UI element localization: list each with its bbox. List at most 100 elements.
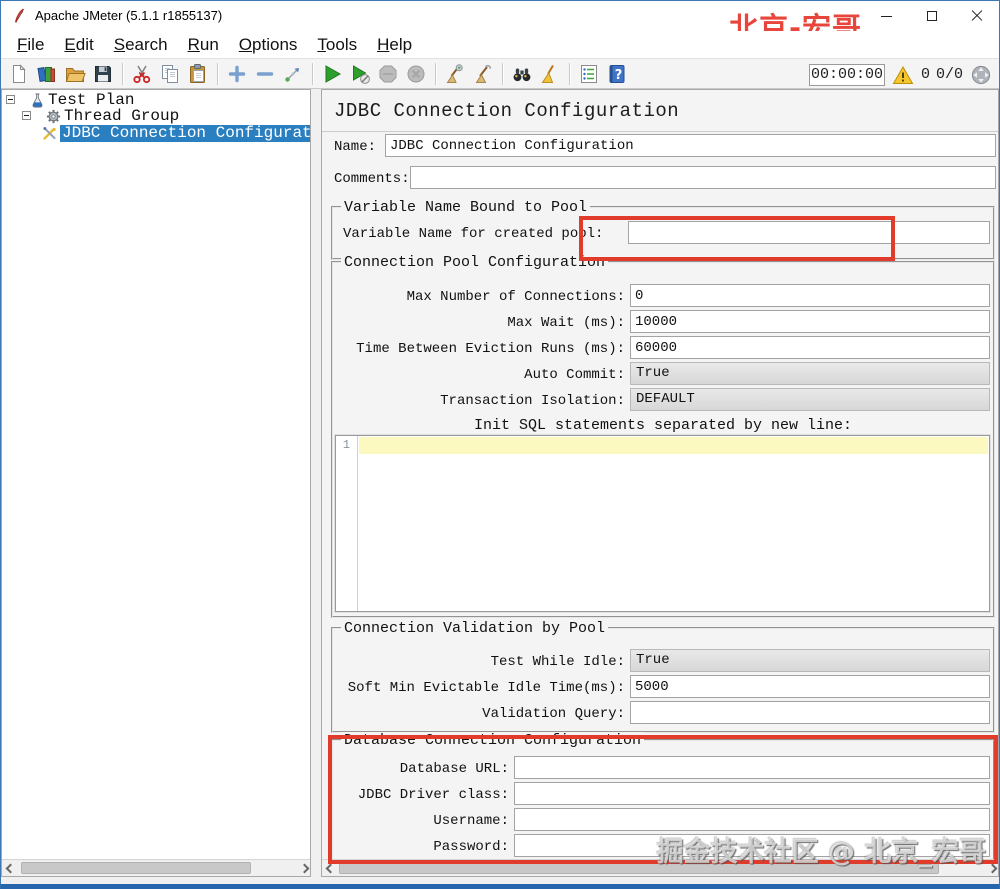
password-label: Password:: [337, 839, 509, 855]
open-folder-icon[interactable]: [61, 60, 89, 87]
jdbc-config-icon: [41, 125, 58, 142]
maximize-icon: [927, 11, 937, 21]
jmeter-logo-icon: [11, 7, 29, 25]
minimize-button[interactable]: [864, 1, 909, 31]
comments-input[interactable]: [410, 166, 996, 189]
auto-commit-select[interactable]: True: [630, 362, 990, 385]
eviction-runs-input[interactable]: [630, 336, 990, 359]
help-icon[interactable]: ?: [603, 60, 631, 87]
jdbc-config-editor: JDBC Connection Configuration Name: Comm…: [321, 89, 999, 877]
test-while-idle-label: Test While Idle:: [337, 654, 625, 670]
thread-counts: 0/0: [936, 66, 963, 83]
menu-tools[interactable]: Tools: [307, 35, 367, 55]
menu-file[interactable]: File: [7, 35, 54, 55]
tree-horizontal-scrollbar[interactable]: [2, 859, 310, 876]
thread-status-icon: [969, 61, 993, 88]
comments-label: Comments:: [334, 171, 410, 187]
tree-label-thread-group[interactable]: Thread Group: [64, 108, 179, 125]
copy-icon[interactable]: [156, 60, 184, 87]
new-file-icon[interactable]: [5, 60, 33, 87]
function-helper-icon[interactable]: [575, 60, 603, 87]
toolbar: ? 00:00:00 0 0/0: [1, 58, 999, 89]
database-url-label: Database URL:: [337, 761, 509, 777]
scrollbar-thumb[interactable]: [21, 862, 251, 874]
warning-icon[interactable]: [891, 61, 915, 88]
toolbar-separator: [217, 63, 218, 85]
transaction-isolation-select[interactable]: DEFAULT: [630, 388, 990, 411]
variable-pool-label: Variable Name for created pool:: [343, 226, 603, 242]
group-title: Database Connection Configuration: [341, 732, 644, 749]
jdbc-driver-input[interactable]: [514, 782, 990, 805]
save-icon[interactable]: [89, 60, 117, 87]
validation-query-input[interactable]: [630, 701, 990, 724]
password-input[interactable]: [514, 834, 990, 857]
group-title: Variable Name Bound to Pool: [341, 199, 590, 216]
group-title: Connection Validation by Pool: [341, 620, 608, 637]
scroll-left-icon[interactable]: [5, 864, 13, 872]
max-wait-input[interactable]: [630, 310, 990, 333]
clear-search-icon[interactable]: [536, 60, 564, 87]
max-connections-input[interactable]: [630, 284, 990, 307]
menu-help[interactable]: Help: [367, 35, 422, 55]
group-title: Connection Pool Configuration: [341, 254, 608, 271]
scroll-right-icon[interactable]: [987, 864, 995, 872]
scroll-right-icon[interactable]: [299, 864, 307, 872]
variable-pool-input[interactable]: [628, 221, 990, 244]
minimize-icon: [881, 16, 892, 17]
test-timer: 00:00:00: [809, 64, 885, 86]
group-database-config: Database Connection Configuration Databa…: [331, 739, 995, 861]
shutdown-icon: [402, 60, 430, 87]
menu-run[interactable]: Run: [178, 35, 229, 55]
paste-icon[interactable]: [184, 60, 212, 87]
thread-group-icon: [45, 108, 62, 125]
scroll-left-icon[interactable]: [325, 864, 333, 872]
username-label: Username:: [337, 813, 509, 829]
init-sql-label: Init SQL statements separated by new lin…: [333, 417, 993, 434]
clean-all-icon[interactable]: [469, 60, 497, 87]
eviction-runs-label: Time Between Eviction Runs (ms):: [337, 341, 625, 357]
editor-line-number: 1: [336, 438, 357, 452]
username-input[interactable]: [514, 808, 990, 831]
title-bar: Apache JMeter (5.1.1 r1855137) 北京-宏哥: [1, 1, 999, 31]
toolbar-separator: [435, 63, 436, 85]
close-icon: [971, 10, 983, 22]
main-horizontal-scrollbar[interactable]: [322, 859, 998, 876]
scrollbar-thumb[interactable]: [339, 862, 939, 874]
jdbc-driver-label: JDBC Driver class:: [337, 787, 509, 803]
page-title: JDBC Connection Configuration: [334, 100, 679, 122]
remove-icon[interactable]: [251, 60, 279, 87]
soft-min-evictable-input[interactable]: [630, 675, 990, 698]
start-icon[interactable]: [318, 60, 346, 87]
toolbar-separator: [502, 63, 503, 85]
max-wait-label: Max Wait (ms):: [337, 315, 625, 331]
close-button[interactable]: [954, 1, 999, 31]
name-input[interactable]: [385, 134, 996, 157]
validation-query-label: Validation Query:: [337, 706, 625, 722]
clean-icon[interactable]: [441, 60, 469, 87]
toolbar-status-cluster: 00:00:00 0 0/0: [809, 59, 993, 90]
arrows-icon[interactable]: [279, 60, 307, 87]
stop-icon: [374, 60, 402, 87]
log-error-count: 0: [921, 66, 930, 83]
editor-active-line[interactable]: [359, 437, 988, 454]
collapse-toggle-icon[interactable]: [6, 95, 15, 104]
menu-search[interactable]: Search: [104, 35, 178, 55]
maximize-button[interactable]: [909, 1, 954, 31]
tree-row-jdbc-config[interactable]: JDBC Connection Configuration: [2, 125, 310, 143]
auto-commit-label: Auto Commit:: [337, 367, 625, 383]
templates-icon[interactable]: [33, 60, 61, 87]
menu-edit[interactable]: Edit: [54, 35, 103, 55]
name-label: Name:: [334, 139, 376, 155]
menu-options[interactable]: Options: [229, 35, 308, 55]
tree-label-jdbc-config[interactable]: JDBC Connection Configuration: [60, 125, 310, 142]
cut-icon[interactable]: [128, 60, 156, 87]
start-no-timers-icon[interactable]: [346, 60, 374, 87]
collapse-toggle-icon[interactable]: [22, 111, 31, 120]
database-url-input[interactable]: [514, 756, 990, 779]
test-while-idle-select[interactable]: True: [630, 649, 990, 672]
add-icon[interactable]: [223, 60, 251, 87]
tree-row-thread-group[interactable]: Thread Group: [2, 108, 310, 125]
init-sql-editor[interactable]: 1: [335, 435, 990, 612]
soft-min-evictable-label: Soft Min Evictable Idle Time(ms):: [337, 680, 625, 696]
search-icon[interactable]: [508, 60, 536, 87]
